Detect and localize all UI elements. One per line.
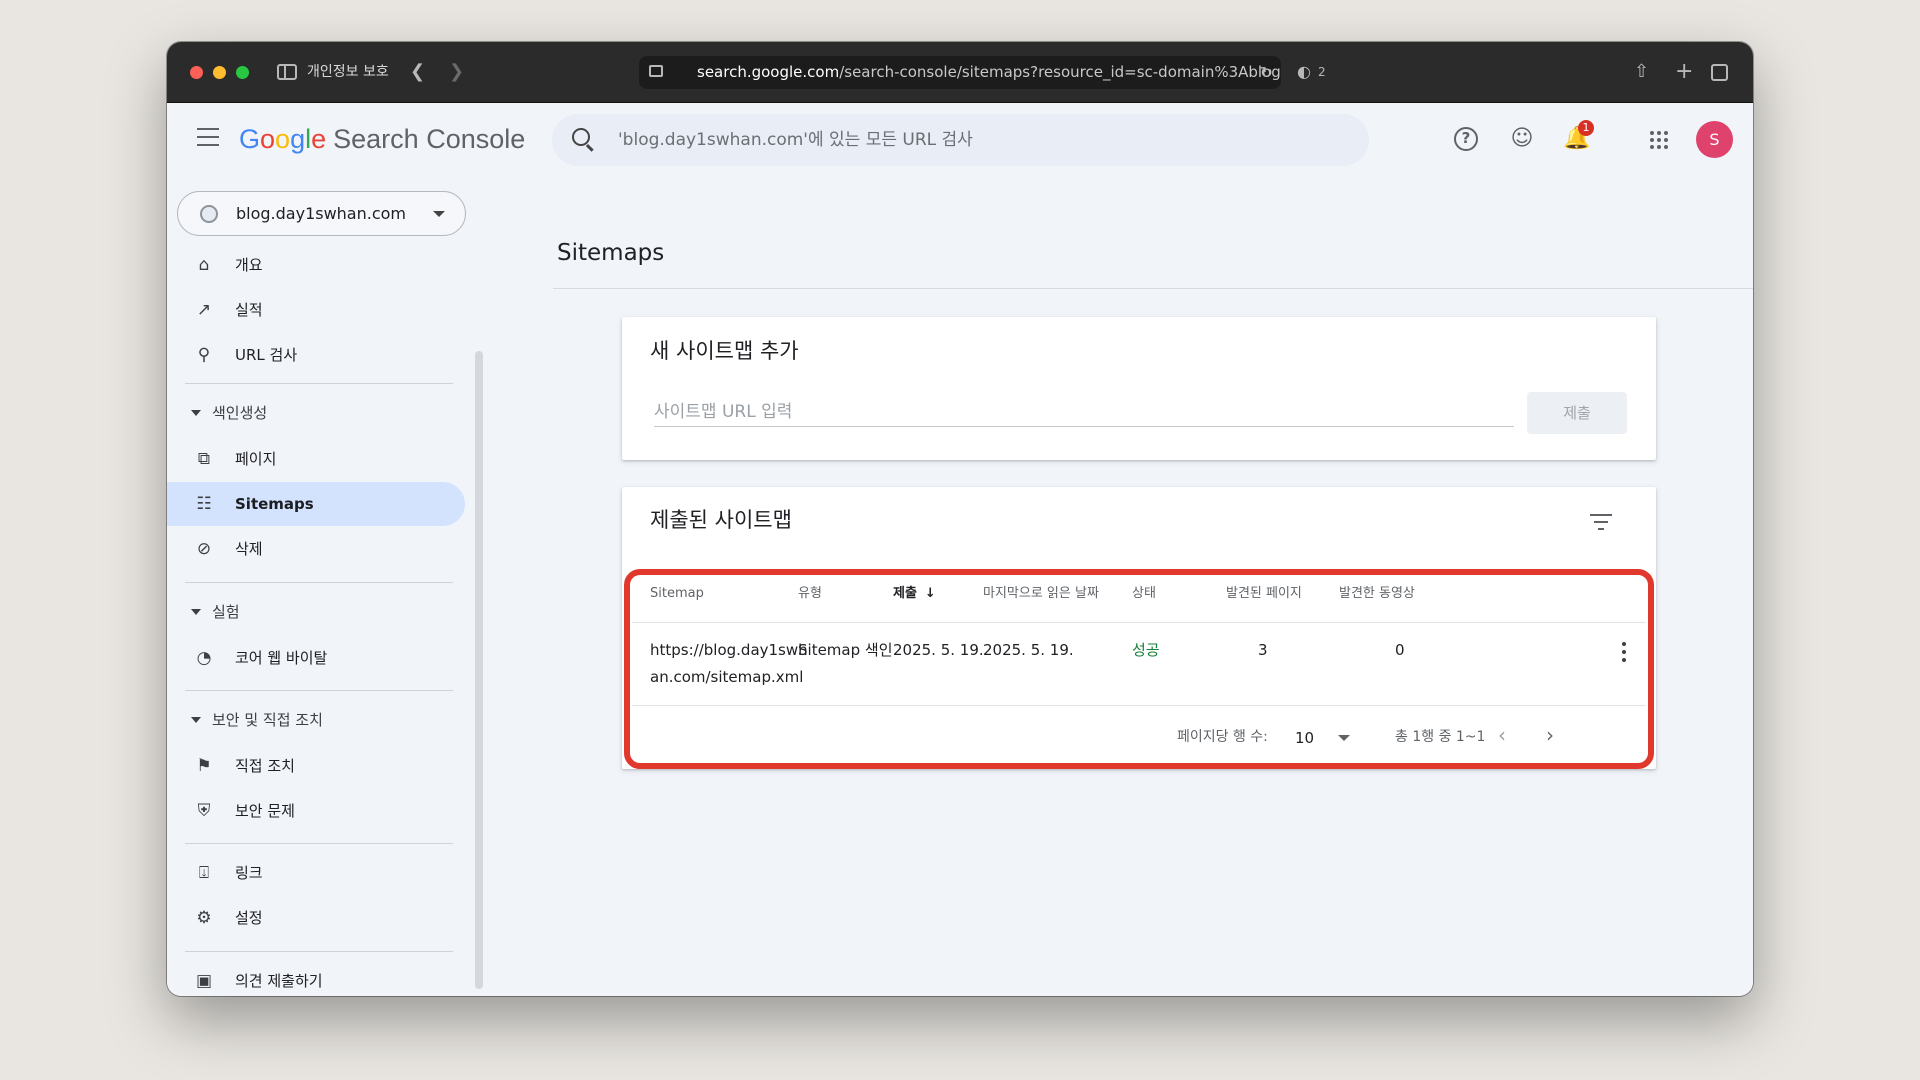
sidebar-item-label: 보안 문제 <box>235 802 295 820</box>
product-name: Search Console <box>333 124 526 154</box>
sidebar-item-label: 코어 웹 바이탈 <box>235 649 328 667</box>
expand-icon <box>191 717 201 723</box>
sitemap-url-input[interactable] <box>654 397 1514 427</box>
shield-icon: ⛨ <box>197 801 211 821</box>
submit-button[interactable]: 제출 <box>1527 392 1627 434</box>
sidebar-item-sitemaps[interactable]: ☷ Sitemaps <box>167 482 465 526</box>
tracker-count: 2 <box>1318 65 1326 79</box>
pages-icon: ⧉ <box>197 449 211 469</box>
nav-section-security[interactable]: 보안 및 직접 조치 <box>167 700 465 740</box>
sidebar-item-label: 삭제 <box>235 540 263 558</box>
chevron-down-icon <box>433 211 445 217</box>
filter-icon[interactable] <box>1590 514 1612 530</box>
help-icon[interactable]: ? <box>1454 127 1478 151</box>
page-title: Sitemaps <box>557 240 665 266</box>
sidebar-item-label: 링크 <box>235 864 263 882</box>
zoom-window-button[interactable] <box>236 66 249 79</box>
search-icon <box>572 128 590 146</box>
app-header: Google Search Console 'blog.day1swhan.com… <box>167 103 1753 175</box>
sidebar-nav: ⌂ 개요 ↗ 실적 ⚲ URL 검사 색인생성 ⧉ 페이지 ☷ Sitemaps… <box>167 243 467 996</box>
share-icon[interactable]: ⇧ <box>1634 60 1649 84</box>
nav-section-label: 실험 <box>212 603 240 621</box>
nav-divider <box>185 951 453 952</box>
links-icon: ⍗ <box>198 863 210 883</box>
globe-icon <box>200 205 218 223</box>
expand-icon <box>191 410 201 416</box>
submitted-sitemaps-title: 제출된 사이트맵 <box>650 508 792 532</box>
sitemap-icon: ☷ <box>196 494 212 514</box>
nav-divider <box>185 582 453 583</box>
url-path: /search-console/sitemaps?resource_id=sc-… <box>839 63 1281 81</box>
forward-icon[interactable]: ❯ <box>449 60 464 84</box>
feedback-icon: ▣ <box>195 971 213 991</box>
close-window-button[interactable] <box>190 66 203 79</box>
sidebar-item-label: 실적 <box>235 301 263 319</box>
property-selector[interactable]: blog.day1swhan.com <box>177 191 466 236</box>
search-console-logo[interactable]: Google Search Console <box>239 121 525 157</box>
sidebar-item-label: 개요 <box>235 256 263 274</box>
sidebar-item-label: 설정 <box>235 909 263 927</box>
search-icon: ⚲ <box>197 345 211 365</box>
sidebar-item-label: URL 검사 <box>235 346 298 364</box>
notification-badge: 1 <box>1578 120 1594 136</box>
shield-icon[interactable]: ◐ <box>1297 60 1311 84</box>
menu-icon[interactable] <box>197 128 219 146</box>
reload-icon[interactable]: ↻ <box>1260 56 1273 89</box>
tab-overview-icon[interactable] <box>1711 64 1728 81</box>
nav-section-experience[interactable]: 실험 <box>167 592 465 632</box>
submitted-sitemaps-card: 제출된 사이트맵 Sitemap 유형 제출 ↓ 마지막으로 읽은 날짜 상태 발… <box>622 487 1656 769</box>
sidebar-item-links[interactable]: ⍗ 링크 <box>167 851 465 895</box>
gear-icon: ⚙ <box>196 908 212 928</box>
sidebar-item-settings[interactable]: ⚙ 설정 <box>167 896 465 940</box>
search-placeholder: 'blog.day1swhan.com'에 있는 모든 URL 검사 <box>618 130 973 150</box>
sidebar-item-removals[interactable]: ⊘ 삭제 <box>167 527 465 571</box>
browser-toolbar: 개인정보 보호 ❮ ❯ search.google.com/search-con… <box>167 42 1753 103</box>
visibility-off-icon: ⊘ <box>196 539 212 559</box>
search-console-app: Google Search Console 'blog.day1swhan.com… <box>167 103 1753 996</box>
nav-section-label: 색인생성 <box>212 404 268 422</box>
speed-icon: ◔ <box>196 648 212 668</box>
flag-icon: ⚑ <box>196 756 212 776</box>
sidebar-item-core-web-vitals[interactable]: ◔ 코어 웹 바이탈 <box>167 636 465 680</box>
sidebar-item-label: 페이지 <box>235 450 277 468</box>
privacy-label[interactable]: 개인정보 보호 <box>307 62 389 82</box>
sidebar-item-manual-actions[interactable]: ⚑ 직접 조치 <box>167 744 465 788</box>
user-settings-icon[interactable]: ☺ <box>1508 125 1536 153</box>
property-name: blog.day1swhan.com <box>236 204 407 223</box>
google-apps-icon[interactable] <box>1650 131 1668 149</box>
nav-divider <box>185 690 453 691</box>
sidebar-item-feedback[interactable]: ▣ 의견 제출하기 <box>167 959 465 996</box>
sidebar-item-security-issues[interactable]: ⛨ 보안 문제 <box>167 789 465 833</box>
address-bar[interactable]: search.google.com/search-console/sitemap… <box>639 56 1281 89</box>
sidebar-item-label: 의견 제출하기 <box>235 972 323 990</box>
nav-divider <box>185 383 453 384</box>
sidebar-item-label: 직접 조치 <box>235 757 295 775</box>
page-settings-icon[interactable] <box>649 65 663 77</box>
browser-window: 개인정보 보호 ❮ ❯ search.google.com/search-con… <box>167 42 1753 996</box>
sidebar-item-url-inspection[interactable]: ⚲ URL 검사 <box>167 333 465 377</box>
nav-section-indexing[interactable]: 색인생성 <box>167 393 465 433</box>
expand-icon <box>191 609 201 615</box>
new-tab-icon[interactable]: + <box>1675 60 1693 84</box>
nav-section-label: 보안 및 직접 조치 <box>212 711 323 729</box>
nav-divider <box>185 843 453 844</box>
trending-up-icon: ↗ <box>196 300 212 320</box>
add-sitemap-title: 새 사이트맵 추가 <box>650 339 799 363</box>
sidebar-item-overview[interactable]: ⌂ 개요 <box>167 243 465 287</box>
sidebar-item-performance[interactable]: ↗ 실적 <box>167 288 465 332</box>
back-icon[interactable]: ❮ <box>410 60 425 84</box>
sidebar-item-pages[interactable]: ⧉ 페이지 <box>167 437 465 481</box>
avatar[interactable]: S <box>1696 121 1733 158</box>
highlight-annotation <box>624 569 1654 769</box>
url-host: search.google.com <box>697 63 840 81</box>
sidebar-scrollbar[interactable] <box>475 351 483 989</box>
sidebar-toggle-icon[interactable] <box>277 64 297 80</box>
add-sitemap-card: 새 사이트맵 추가 제출 <box>622 317 1656 460</box>
url-inspection-search[interactable]: 'blog.day1swhan.com'에 있는 모든 URL 검사 <box>552 114 1369 166</box>
title-divider <box>553 288 1753 289</box>
home-icon: ⌂ <box>198 255 210 275</box>
minimize-window-button[interactable] <box>213 66 226 79</box>
sidebar-item-label: Sitemaps <box>235 495 314 513</box>
